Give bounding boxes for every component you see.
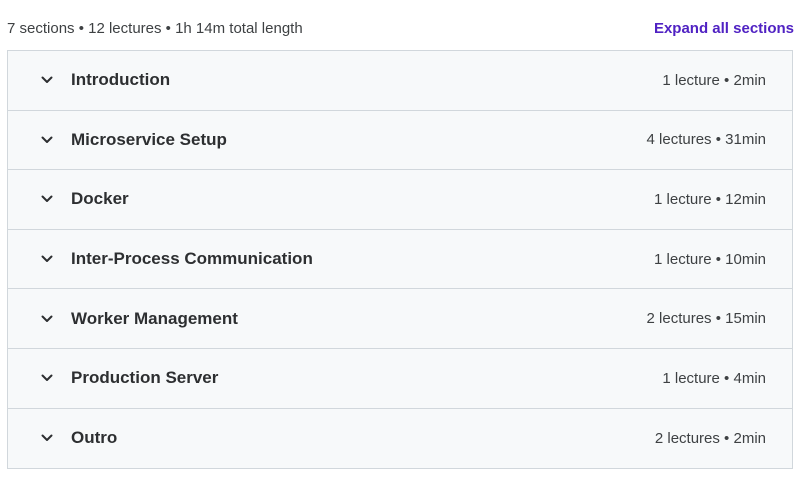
chevron-down-icon [38, 190, 56, 208]
section-title: Microservice Setup [71, 129, 227, 149]
section-list: Introduction 1 lecture • 2min Microservi… [7, 50, 793, 470]
section-meta: 2 lectures • 2min [654, 429, 766, 447]
chevron-down-icon [38, 369, 56, 387]
section-meta: 1 lecture • 10min [654, 250, 766, 268]
section-header-docker[interactable]: Docker 1 lecture • 12min [8, 170, 792, 230]
expand-all-sections-button[interactable]: Expand all sections [654, 20, 794, 37]
section-header-worker-management[interactable]: Worker Management 2 lectures • 15min [8, 289, 792, 349]
section-title: Production Server [71, 368, 219, 388]
chevron-down-icon [38, 250, 56, 268]
section-meta: 4 lectures • 31min [646, 131, 766, 149]
section-header-outro[interactable]: Outro 2 lectures • 2min [8, 408, 792, 469]
chevron-down-icon [38, 71, 56, 89]
course-curriculum: 7 sections • 12 lectures • 1h 14m total … [0, 0, 809, 492]
section-title: Docker [71, 189, 129, 209]
chevron-down-icon [38, 131, 56, 149]
section-header-introduction[interactable]: Introduction 1 lecture • 2min [8, 51, 792, 111]
section-title: Inter-Process Communication [71, 249, 313, 269]
section-meta: 1 lecture • 12min [654, 190, 766, 208]
section-meta: 2 lectures • 15min [646, 310, 766, 328]
section-title: Worker Management [71, 308, 238, 328]
section-header-production-server[interactable]: Production Server 1 lecture • 4min [8, 348, 792, 409]
section-meta: 1 lecture • 4min [662, 369, 766, 387]
section-header-inter-process-communication[interactable]: Inter-Process Communication 1 lecture • … [8, 229, 792, 290]
curriculum-summary: 7 sections • 12 lectures • 1h 14m total … [7, 19, 303, 37]
section-title: Introduction [71, 70, 171, 90]
curriculum-summary-row: 7 sections • 12 lectures • 1h 14m total … [7, 17, 794, 39]
chevron-down-icon [38, 310, 56, 328]
section-header-microservice-setup[interactable]: Microservice Setup 4 lectures • 31min [8, 110, 792, 171]
chevron-down-icon [38, 429, 56, 447]
section-title: Outro [71, 428, 118, 448]
section-meta: 1 lecture • 2min [662, 71, 766, 89]
